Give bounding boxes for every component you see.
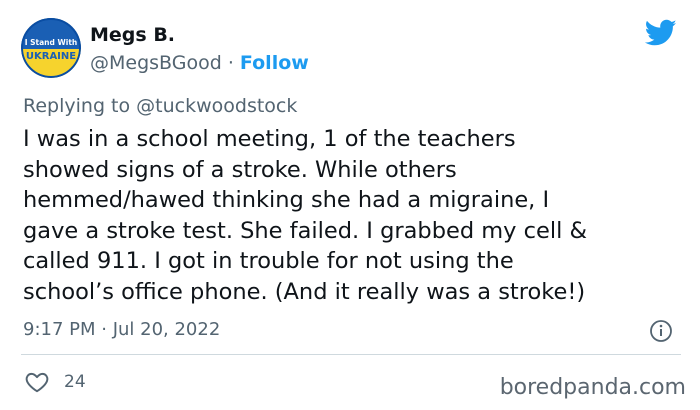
tweet-line: showed signs of a stroke. While others bbox=[23, 156, 457, 183]
avatar-ukraine-badge: I Stand With UKRAINE bbox=[21, 18, 81, 78]
info-icon[interactable] bbox=[649, 319, 673, 343]
twitter-bird-icon[interactable] bbox=[645, 19, 677, 47]
like-count: 24 bbox=[64, 372, 86, 392]
avatar[interactable]: I Stand With UKRAINE bbox=[21, 18, 81, 78]
author-name[interactable]: Megs B. bbox=[90, 22, 175, 48]
svg-text:I Stand With: I Stand With bbox=[25, 38, 78, 47]
tweet-line: gave a stroke test. She failed. I grabbe… bbox=[23, 217, 588, 244]
reply-handle-link[interactable]: @tuckwoodstock bbox=[136, 95, 297, 117]
reply-context: Replying to @tuckwoodstock bbox=[23, 93, 297, 119]
divider bbox=[21, 354, 681, 355]
handle-separator: · bbox=[227, 52, 234, 74]
tweet-text: I was in a school meeting, 1 of the teac… bbox=[23, 124, 683, 308]
tweet-line: school’s office phone. (And it really wa… bbox=[23, 278, 586, 305]
heart-icon[interactable] bbox=[24, 369, 50, 395]
author-handle-row: @MegsBGood · Follow bbox=[90, 50, 309, 76]
tweet-line: called 911. I got in trouble for not usi… bbox=[23, 248, 514, 275]
author-handle[interactable]: @MegsBGood bbox=[90, 52, 222, 74]
follow-button[interactable]: Follow bbox=[240, 52, 309, 74]
tweet-line: hemmed/hawed thinking she had a migraine… bbox=[23, 187, 550, 214]
tweet-timestamp[interactable]: 9:17 PM · Jul 20, 2022 bbox=[23, 318, 220, 342]
tweet-line: I was in a school meeting, 1 of the teac… bbox=[23, 126, 516, 152]
watermark: boredpanda.com bbox=[499, 375, 686, 400]
svg-text:UKRAINE: UKRAINE bbox=[26, 51, 76, 62]
reply-prefix: Replying to bbox=[23, 95, 131, 117]
